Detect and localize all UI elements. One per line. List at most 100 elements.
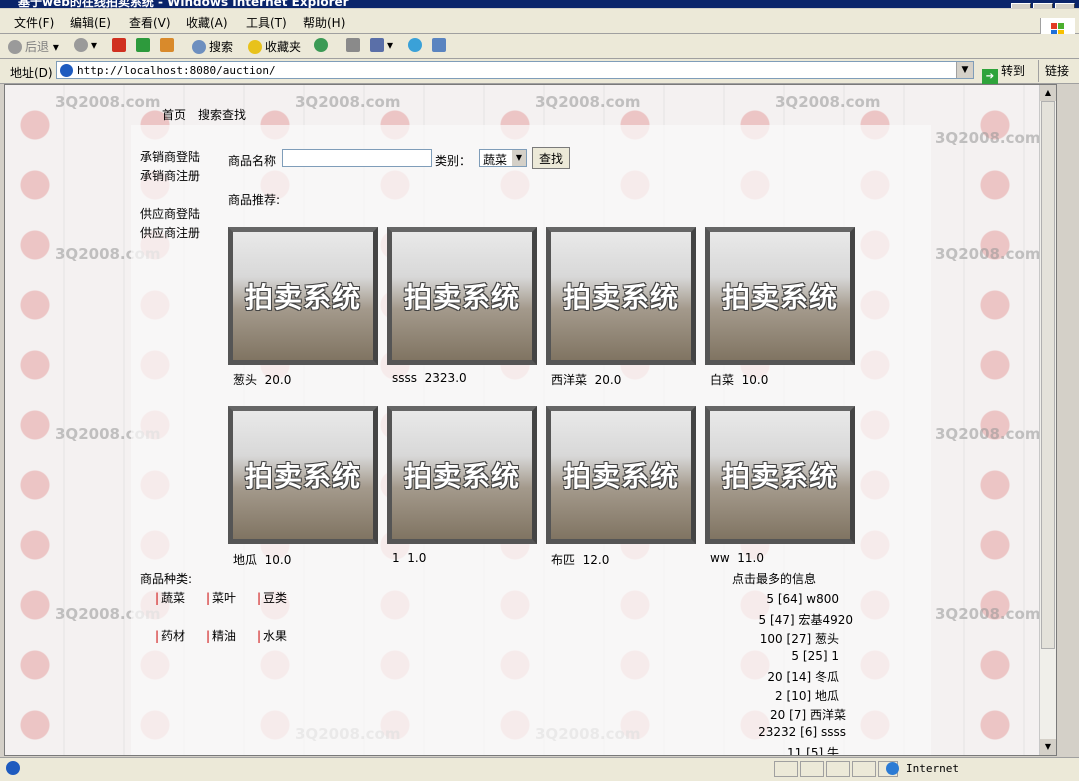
- product-caption[interactable]: 布匹 12.0: [551, 551, 609, 568]
- supplier-register-link[interactable]: 供应商注册: [140, 224, 200, 241]
- back-button[interactable]: 后退 ▾: [8, 38, 59, 55]
- refresh-button[interactable]: [136, 38, 153, 52]
- category-link[interactable]: | 精油: [206, 627, 236, 644]
- product-image[interactable]: 拍卖系统: [228, 406, 378, 544]
- product-image[interactable]: 拍卖系统: [705, 227, 855, 365]
- category-link[interactable]: | 水果: [257, 627, 287, 644]
- hot-list-item[interactable]: 100 [27] 葱头: [760, 630, 839, 647]
- product-caption[interactable]: 1 1.0: [392, 551, 426, 565]
- search-button[interactable]: 搜索: [192, 38, 233, 55]
- print-button[interactable]: [346, 38, 363, 52]
- category-select[interactable]: 蔬菜 ▼: [479, 149, 527, 167]
- maximize-button[interactable]: [1033, 3, 1053, 8]
- discuss-button[interactable]: [432, 38, 449, 52]
- category-link[interactable]: | 菜叶: [206, 589, 236, 606]
- minimize-button[interactable]: [1011, 3, 1031, 8]
- product-name: 布匹: [551, 553, 576, 567]
- nav-home-link[interactable]: 首页: [162, 106, 186, 123]
- hot-item-name: ssss: [820, 725, 846, 739]
- refresh-icon: [136, 38, 150, 52]
- hot-item-price: 2: [775, 689, 783, 703]
- favorites-button[interactable]: 收藏夹: [248, 38, 301, 55]
- title-bar: 基于web的在线拍卖系统 - Windows Internet Explorer: [0, 0, 1079, 8]
- hot-list-item[interactable]: 23232 [6] ssss: [758, 725, 846, 739]
- product-caption[interactable]: ww 11.0: [710, 551, 764, 565]
- address-dropdown-icon[interactable]: ▼: [956, 62, 973, 78]
- product-image[interactable]: 拍卖系统: [705, 406, 855, 544]
- hot-list-item[interactable]: 2 [10] 地瓜: [775, 687, 839, 704]
- menu-favorites[interactable]: 收藏(A): [186, 14, 228, 31]
- menu-help[interactable]: 帮助(H): [303, 14, 345, 31]
- category-link[interactable]: | 蔬菜: [155, 589, 185, 606]
- product-caption[interactable]: 葱头 20.0: [233, 371, 291, 388]
- hot-item-clicks: [10]: [786, 689, 812, 703]
- hot-list-item[interactable]: 5 [25] 1: [791, 649, 839, 663]
- product-caption[interactable]: 地瓜 10.0: [233, 551, 291, 568]
- category-link-label: 蔬菜: [161, 591, 186, 605]
- nav-search-link[interactable]: 搜索查找: [198, 106, 246, 123]
- close-button[interactable]: [1055, 3, 1075, 8]
- product-name-label: 商品名称: [228, 154, 277, 168]
- menu-view[interactable]: 查看(V): [129, 14, 171, 31]
- product-price: 1.0: [407, 551, 427, 565]
- hot-item-name: 牛: [826, 746, 839, 756]
- product-image[interactable]: 拍卖系统: [546, 227, 696, 365]
- category-link-label: 菜叶: [212, 591, 237, 605]
- product-image[interactable]: 拍卖系统: [387, 406, 537, 544]
- history-icon: [314, 38, 328, 52]
- hot-list-item[interactable]: 20 [14] 冬瓜: [767, 668, 839, 685]
- product-caption[interactable]: 白菜 10.0: [710, 371, 768, 388]
- menu-tools[interactable]: 工具(T): [246, 14, 287, 31]
- messenger-button[interactable]: [408, 38, 425, 52]
- go-arrow-icon: ➔: [982, 69, 998, 85]
- hot-list-item[interactable]: 11 [5] 牛: [787, 744, 839, 756]
- search-submit-button[interactable]: 查找: [532, 147, 571, 169]
- category-selected: 蔬菜: [483, 153, 508, 167]
- watermark: 3Q2008.com: [935, 245, 1041, 263]
- hot-item-name: 地瓜: [814, 689, 839, 703]
- category-link[interactable]: | 豆类: [257, 589, 287, 606]
- hot-list-title: 点击最多的信息: [732, 572, 817, 586]
- home-button[interactable]: [160, 38, 177, 52]
- hot-item-price: 5: [766, 592, 774, 606]
- product-price: 20.0: [594, 373, 622, 387]
- product-name-input[interactable]: [282, 149, 432, 167]
- messenger-icon: [408, 38, 422, 52]
- product-caption[interactable]: 西洋菜 20.0: [551, 371, 621, 388]
- scroll-down-icon[interactable]: ▼: [1040, 739, 1056, 755]
- menu-edit[interactable]: 编辑(E): [70, 14, 111, 31]
- vertical-scrollbar[interactable]: ▲ ▼: [1039, 85, 1056, 755]
- supplier-login-link[interactable]: 供应商登陆: [140, 205, 200, 222]
- consignor-login-link[interactable]: 承销商登陆: [140, 148, 200, 165]
- product-caption[interactable]: ssss 2323.0: [392, 371, 467, 385]
- category-link-label: 精油: [212, 629, 237, 643]
- links-button[interactable]: 链接: [1038, 60, 1069, 82]
- stop-button[interactable]: [112, 38, 129, 52]
- hot-list-item[interactable]: 5 [64] w800: [766, 592, 839, 606]
- scroll-thumb[interactable]: [1041, 101, 1055, 649]
- edit-button[interactable]: ▾: [370, 38, 393, 52]
- product-image[interactable]: 拍卖系统: [546, 406, 696, 544]
- product-price: 11.0: [737, 551, 764, 565]
- search-label: 搜索: [209, 40, 234, 54]
- hot-list-item[interactable]: 20 [7] 西洋菜: [770, 706, 846, 723]
- category-link[interactable]: | 药材: [155, 627, 185, 644]
- hot-item-clicks: [6]: [800, 725, 818, 739]
- go-button[interactable]: ➔ 转到: [982, 62, 1025, 85]
- watermark: 3Q2008.com: [935, 129, 1041, 147]
- star-icon: [248, 40, 262, 54]
- history-button[interactable]: [314, 38, 331, 52]
- product-image[interactable]: 拍卖系统: [387, 227, 537, 365]
- hot-list-item[interactable]: 5 [47] 宏基4920: [759, 611, 853, 628]
- menu-file[interactable]: 文件(F): [14, 14, 54, 31]
- page-status-icon: [6, 761, 20, 775]
- product-name: 地瓜: [233, 553, 258, 567]
- address-input[interactable]: http://localhost:8080/auction/ ▼: [56, 61, 974, 79]
- product-image[interactable]: 拍卖系统: [228, 227, 378, 365]
- forward-arrow-icon: [74, 38, 88, 52]
- consignor-register-link[interactable]: 承销商注册: [140, 167, 200, 184]
- product-image-text: 拍卖系统: [721, 281, 838, 314]
- forward-button[interactable]: ▾: [74, 38, 97, 52]
- scroll-up-icon[interactable]: ▲: [1040, 85, 1056, 101]
- recommend-label: 商品推荐:: [228, 193, 281, 207]
